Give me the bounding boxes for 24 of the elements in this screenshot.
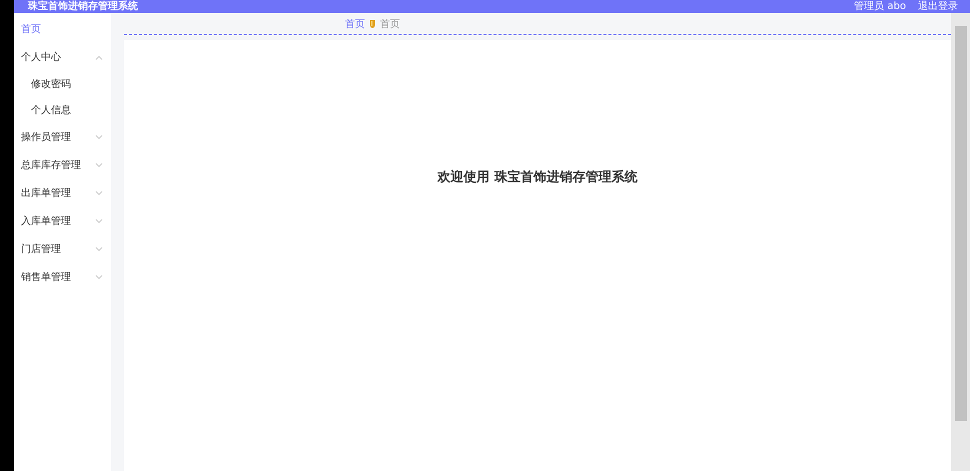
chevron-down-icon [95,274,103,280]
welcome-heading: 欢迎使用 珠宝首饰进销存管理系统 [438,168,638,184]
menu-item[interactable]: 入库单管理 [14,207,111,235]
menu-item[interactable]: 出库单管理 [14,179,111,207]
chevron-down-icon [95,190,103,196]
submenu-item[interactable]: 个人信息 [14,97,111,123]
breadcrumb-link[interactable]: 首页 [345,16,365,30]
logout-link[interactable]: 退出登录 [918,0,958,13]
medal-icon [369,18,376,28]
menu-item[interactable]: 操作员管理 [14,123,111,151]
chevron-down-icon [95,218,103,224]
chevron-down-icon [95,246,103,252]
scrollbar[interactable] [951,13,970,471]
chevron-up-icon [95,54,103,60]
submenu-item[interactable]: 修改密码 [14,71,111,97]
menu-item[interactable]: 销售单管理 [14,263,111,291]
user-name: 管理员 abo [854,0,906,13]
menu-item[interactable]: 首页 [14,15,111,43]
menu-item[interactable]: 个人中心 [14,43,111,71]
chevron-down-icon [95,134,103,140]
chevron-down-icon [95,162,103,168]
menu-item[interactable]: 门店管理 [14,235,111,263]
app-title: 珠宝首饰进销存管理系统 [28,0,139,13]
menu-item[interactable]: 总库库存管理 [14,151,111,179]
